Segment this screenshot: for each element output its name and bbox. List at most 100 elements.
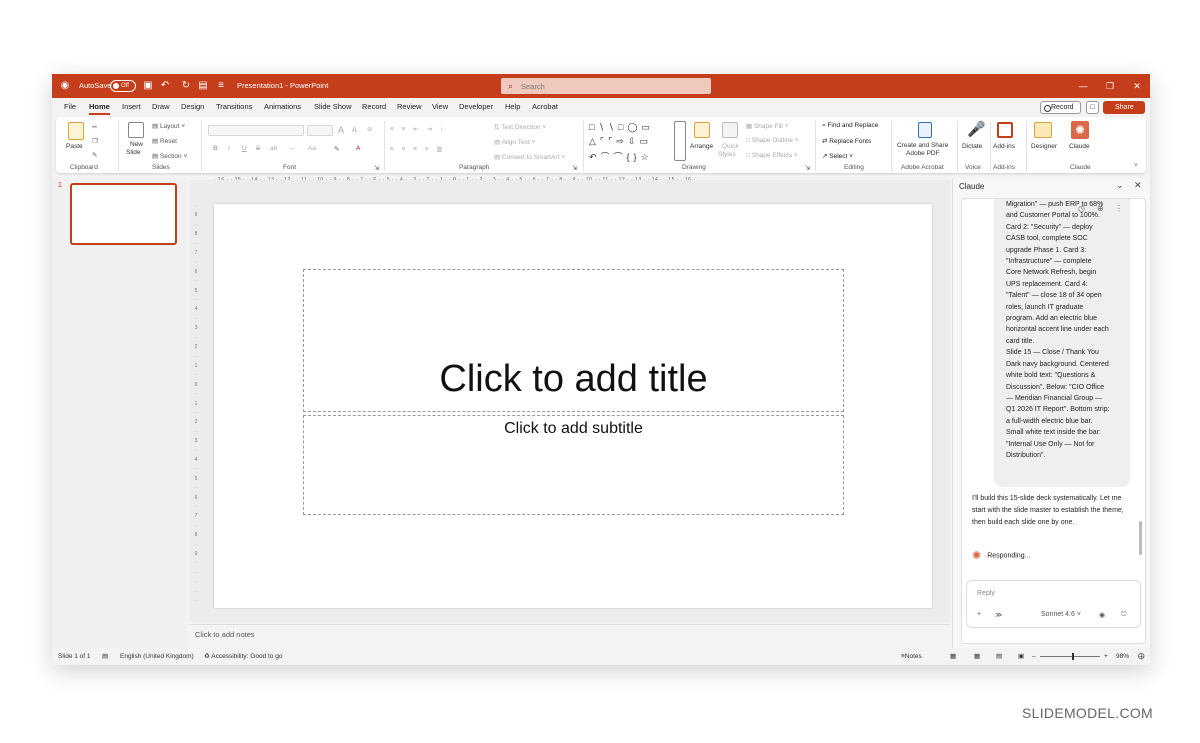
tab-animations[interactable]: Animations [264, 98, 301, 116]
minimize-icon[interactable]: — [1070, 74, 1096, 98]
cut-icon[interactable]: ✂ [92, 123, 97, 131]
text-direction-button[interactable]: ⇅ Text Direction ˅ [494, 123, 546, 131]
font-color-icon[interactable]: A [356, 145, 360, 152]
notes-toggle[interactable]: ≡Notes [901, 649, 922, 665]
clear-format-icon[interactable]: ⊘ [367, 125, 372, 133]
spacing-icon[interactable]: ↔ [288, 145, 295, 152]
shape-fill-button[interactable]: ▩ Shape Fill ˅ [746, 122, 788, 130]
paste-icon[interactable] [68, 122, 84, 140]
add-attachment-icon[interactable]: + [977, 611, 981, 618]
replace-fonts-button[interactable]: ⇄ Replace Fonts [822, 137, 871, 145]
drawing-dialog-launcher-icon[interactable]: ⇲ [805, 164, 810, 172]
model-selector[interactable]: Sonnet 4.6 ˅ [1041, 611, 1081, 618]
slideshow-icon[interactable]: ▣ [1018, 649, 1024, 665]
redo-icon[interactable]: ↻ [180, 80, 192, 92]
quick-styles-icon[interactable] [722, 122, 738, 138]
microphone-icon[interactable]: ⎋ [1121, 611, 1127, 619]
bold-button[interactable]: B [213, 145, 218, 152]
layout-button[interactable]: ▤ Layout ˅ [152, 122, 185, 130]
customize-toolbar-icon[interactable]: ≡ [215, 80, 227, 92]
accessibility-status[interactable]: ♻ Accessibility: Good to go [204, 649, 282, 665]
reply-placeholder[interactable]: Reply [977, 590, 995, 597]
share-button[interactable]: Share [1103, 101, 1145, 114]
format-painter-icon[interactable]: ✎ [92, 151, 97, 159]
paragraph-dialog-launcher-icon[interactable]: ⇲ [572, 164, 577, 172]
shapes-gallery-row-1[interactable]: □∖∖□◯▭ [589, 122, 654, 133]
undo-icon[interactable]: ↶ [159, 80, 171, 92]
tab-transitions[interactable]: Transitions [216, 98, 252, 116]
shrink-font-icon[interactable]: A [352, 127, 357, 134]
grow-font-icon[interactable]: A [338, 125, 344, 135]
tab-slide-show[interactable]: Slide Show [314, 98, 352, 116]
align-icons[interactable]: ≡ ≡ ≡ ≡ ▥ [390, 145, 446, 153]
reading-view-icon[interactable]: ▤ [996, 649, 1002, 665]
font-family-select[interactable] [208, 125, 304, 136]
shadow-icon[interactable]: ab [270, 145, 277, 152]
tab-draw[interactable]: Draw [152, 98, 170, 116]
addins-button[interactable]: Add-ins [993, 143, 1015, 150]
tools-icon[interactable]: ≫ [995, 611, 1002, 619]
zoom-slider[interactable] [1040, 653, 1100, 660]
close-panel-icon[interactable]: ✕ [1134, 180, 1142, 191]
designer-button[interactable]: Designer [1031, 143, 1057, 150]
change-case-button[interactable]: Aa [308, 145, 316, 152]
subtitle-placeholder[interactable]: Click to add subtitle [303, 415, 844, 515]
shapes-gallery-row-3[interactable]: ↶⌒⌒{}☆ [589, 150, 653, 163]
tab-help[interactable]: Help [505, 98, 520, 116]
record-button[interactable]: Record [1040, 101, 1081, 114]
reset-button[interactable]: ▤ Reset [152, 137, 177, 145]
tab-view[interactable]: View [432, 98, 448, 116]
slide-sorter-icon[interactable]: ▦ [974, 649, 980, 665]
create-share-label-2[interactable]: Adobe PDF [906, 150, 940, 157]
convert-smartart-button[interactable]: ▤ Convert to SmartArt ˅ [494, 153, 565, 161]
shape-outline-button[interactable]: □ Shape Outline ˅ [746, 137, 799, 144]
present-icon[interactable]: ▤ [197, 80, 209, 92]
reply-input-box[interactable]: Reply + ≫ Sonnet 4.6 ˅ ◉ ⎋ [966, 580, 1141, 628]
title-placeholder[interactable]: Click to add title [303, 269, 844, 412]
find-replace-button[interactable]: ⌕ Find and Replace [822, 122, 878, 130]
select-button[interactable]: ↗ Select ˅ [822, 152, 853, 160]
autosave-toggle[interactable]: Off [110, 80, 136, 92]
more-options-icon[interactable]: ⋮ [1115, 204, 1123, 213]
font-dialog-launcher-icon[interactable]: ⇲ [374, 164, 379, 172]
shapes-gallery-row-2[interactable]: △⌜⌜⇨⇩▭ [589, 136, 652, 147]
microphone-icon[interactable]: 🎤 [967, 120, 986, 138]
quick-styles-label-2[interactable]: Styles [718, 151, 736, 158]
zoom-slider-thumb[interactable] [1072, 653, 1074, 660]
copy-icon[interactable]: ❐ [92, 137, 98, 145]
arrange-button[interactable]: Arrange [690, 143, 713, 150]
addins-icon[interactable] [997, 122, 1013, 138]
zoom-in-icon[interactable]: + [1104, 649, 1108, 665]
close-icon[interactable]: ✕ [1124, 74, 1150, 98]
create-share-label-1[interactable]: Create and Share [897, 142, 948, 149]
underline-button[interactable]: U [242, 145, 247, 152]
tab-developer[interactable]: Developer [459, 98, 493, 116]
save-icon[interactable]: ▣ [142, 80, 154, 92]
new-slide-label-1[interactable]: New [130, 141, 143, 148]
adobe-pdf-icon[interactable] [918, 122, 932, 138]
maximize-icon[interactable]: ❐ [1097, 74, 1123, 98]
strikethrough-button[interactable]: S [256, 145, 260, 152]
collapse-ribbon-icon[interactable]: ˅ [1134, 162, 1138, 169]
new-slide-icon[interactable] [128, 122, 144, 138]
dictate-button[interactable]: Dictate [962, 143, 982, 150]
paste-button[interactable]: Paste [66, 143, 83, 150]
new-slide-label-2[interactable]: Slide [126, 149, 140, 156]
arrange-icon[interactable] [694, 122, 710, 138]
highlight-icon[interactable]: ✎ [334, 145, 339, 153]
shape-effects-button[interactable]: □ Shape Effects ˅ [746, 152, 798, 159]
normal-view-icon[interactable]: ▦ [950, 649, 956, 665]
zoom-out-icon[interactable]: – [1032, 649, 1036, 665]
fit-to-window-icon[interactable]: ⨁ [1138, 649, 1145, 665]
shapes-gallery-more-button[interactable] [674, 121, 686, 161]
tab-acrobat[interactable]: Acrobat [532, 98, 558, 116]
section-button[interactable]: ▤ Section ˅ [152, 152, 187, 160]
quick-styles-label-1[interactable]: Quick [722, 143, 739, 150]
tab-design[interactable]: Design [181, 98, 204, 116]
chat-scrollbar[interactable] [1139, 521, 1142, 555]
tab-home[interactable]: Home [89, 98, 110, 116]
slide-thumbnail[interactable] [70, 183, 177, 245]
list-icons[interactable]: ≡ ≡ ⇤ ⇥ ↕ [390, 125, 446, 133]
chevron-down-icon[interactable]: ⌄ [1116, 180, 1124, 191]
comments-icon[interactable]: □ [1086, 101, 1099, 114]
